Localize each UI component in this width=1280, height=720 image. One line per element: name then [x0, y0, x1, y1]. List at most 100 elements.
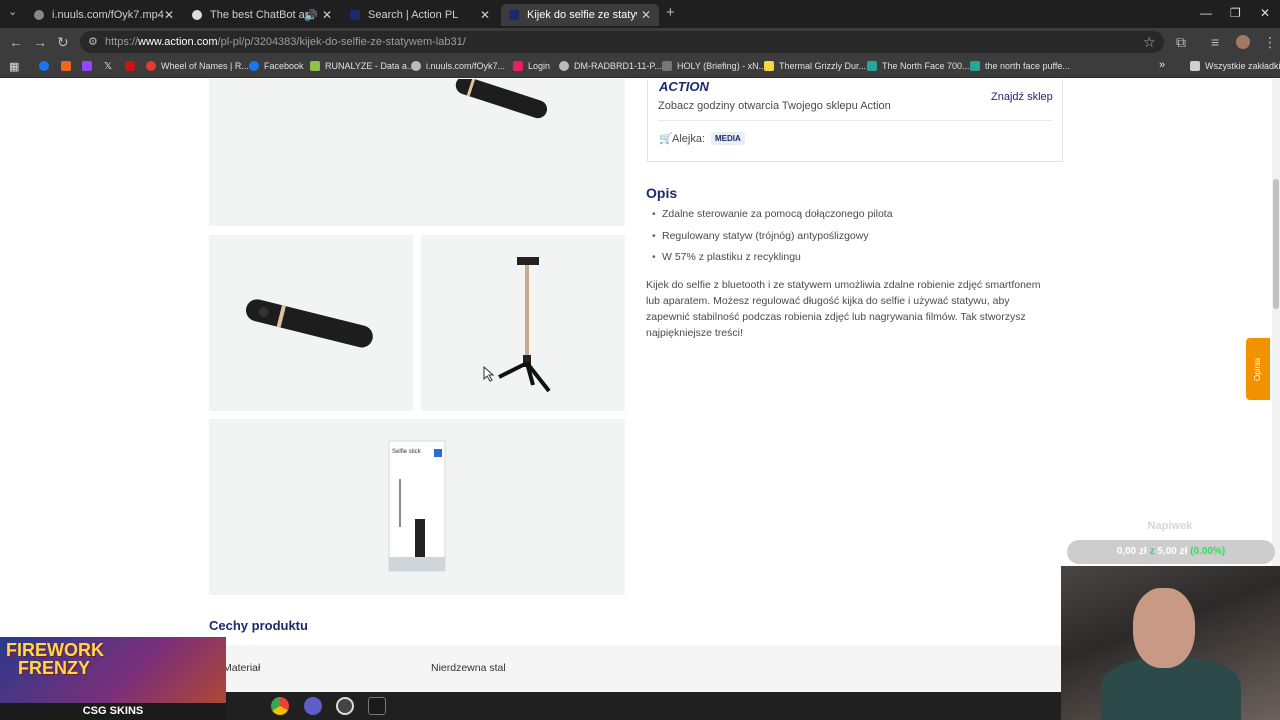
close-icon[interactable]: ✕	[322, 8, 332, 22]
package-image	[388, 440, 446, 572]
streamer-head	[1133, 588, 1195, 668]
extensions-icon[interactable]: ⧉	[1176, 34, 1186, 51]
browser-tab[interactable]: i.nuuls.com/fOyk7.mp4 ✕	[26, 4, 182, 26]
feedback-tab[interactable]: Opinia	[1246, 338, 1270, 400]
profile-avatar-icon[interactable]	[1236, 35, 1250, 49]
bookmark-item[interactable]: Wszystkie zakładki	[1190, 61, 1280, 71]
tab-search-icon[interactable]: ⌄	[8, 5, 17, 18]
chevron-right-icon[interactable]: »	[1159, 59, 1165, 71]
globe-icon	[34, 10, 44, 20]
browser-tab[interactable]: Search | Action PL ✕	[342, 4, 498, 26]
minimize-icon[interactable]: —	[1200, 6, 1212, 20]
app-icon[interactable]	[304, 697, 322, 715]
feature-value: Nierdzewna stal	[431, 662, 506, 674]
action-favicon-icon	[509, 10, 519, 20]
tab-title: The best ChatBot and Widg	[210, 9, 310, 21]
twitch-icon[interactable]	[82, 61, 97, 71]
product-image-thumb[interactable]	[209, 235, 413, 411]
description-bullet: W 57% z plastiku z recyklingu	[652, 251, 801, 263]
reload-icon[interactable]: ↻	[57, 34, 69, 51]
bookmark-item[interactable]: HOLY (Briefing) - xN...	[662, 61, 766, 71]
obs-icon[interactable]	[336, 697, 354, 715]
facebook-icon[interactable]	[39, 61, 54, 71]
bookmark-label: Wszystkie zakładki	[1205, 61, 1280, 71]
x-icon[interactable]: 𝕏	[104, 61, 112, 72]
media-controls-icon[interactable]: ≡	[1211, 34, 1219, 50]
close-icon[interactable]: ✕	[164, 8, 174, 22]
aisle-label: Alejka:	[672, 133, 706, 145]
bookmark-item[interactable]: Login	[513, 61, 550, 71]
new-tab-icon[interactable]: +	[666, 4, 675, 21]
bookmark-item[interactable]: RUNALYZE - Data a...	[310, 61, 414, 71]
webcam-feed	[1061, 566, 1280, 720]
close-window-icon[interactable]: ✕	[1260, 6, 1270, 20]
donation-separator: z	[1149, 546, 1155, 557]
bookmark-item[interactable]: DM-RADBRD1-11-P...	[559, 61, 662, 71]
bookmark-label: The North Face 700...	[882, 61, 970, 71]
apps-icon[interactable]: ▦	[9, 60, 19, 73]
product-image-package[interactable]: Selfie stick	[209, 419, 625, 595]
product-image-thumb[interactable]	[421, 235, 625, 411]
description-paragraph: Kijek do selfie z bluetooth i ze statywe…	[646, 279, 1041, 339]
scrollbar-thumb[interactable]	[1273, 179, 1279, 309]
bookmark-item[interactable]: Thermal Grizzly Dur...	[764, 61, 866, 71]
bookmark-star-icon[interactable]: ☆	[1143, 34, 1156, 51]
bookmark-item[interactable]: Wheel of Names | R...	[146, 61, 249, 71]
back-icon[interactable]: ←	[9, 34, 23, 50]
browser-tab[interactable]: The best ChatBot and Widg 🔊 ✕	[184, 4, 340, 26]
close-icon[interactable]: ✕	[641, 8, 651, 22]
bookmark-icon[interactable]	[125, 61, 140, 71]
bookmark-label: i.nuuls.com/fOyk7...	[426, 61, 506, 71]
selfie-stick-image	[455, 79, 548, 119]
bookmark-icon[interactable]	[61, 61, 76, 71]
bookmarks-bar: ▦ 𝕏 Wheel of Names | R... Facebook RUNAL…	[0, 56, 1280, 78]
menu-icon[interactable]: ⋮	[1263, 34, 1277, 51]
bookmark-label: RUNALYZE - Data a...	[325, 61, 415, 71]
forward-icon[interactable]: →	[33, 34, 47, 50]
package-label: Selfie stick	[392, 449, 421, 455]
csgoskins-logo: CSG SKINS	[0, 703, 226, 720]
features-heading: Cechy produktu	[209, 618, 308, 633]
terminal-icon[interactable]	[368, 697, 386, 715]
close-icon[interactable]: ✕	[480, 8, 490, 22]
product-image-main[interactable]	[209, 79, 625, 226]
bookmark-item[interactable]: Facebook	[249, 61, 304, 71]
mouse-cursor-icon	[483, 366, 495, 382]
bookmark-item[interactable]: The North Face 700...	[867, 61, 970, 71]
bookmark-label: HOLY (Briefing) - xN...	[677, 61, 767, 71]
cart-icon: 🛒	[659, 133, 673, 145]
store-hours-text: Zobacz godziny otwarcia Twojego sklepu A…	[658, 100, 891, 112]
donation-percent: (0.00%)	[1190, 546, 1226, 557]
bookmark-label: Wheel of Names | R...	[161, 61, 249, 71]
description-heading: Opis	[646, 185, 678, 201]
find-store-link[interactable]: Znajdź sklep	[991, 91, 1053, 103]
donation-label: Napiwek	[1147, 520, 1193, 532]
donation-amount: 0,00 zł	[1116, 546, 1147, 557]
url-host: www.action.com	[138, 36, 218, 48]
speaker-icon[interactable]: 🔊	[304, 9, 318, 22]
donation-goal: 5,00 zł	[1157, 546, 1188, 557]
url-prefix: https://	[105, 36, 139, 48]
action-favicon-icon	[350, 10, 360, 20]
bookmark-label: Facebook	[264, 61, 304, 71]
chrome-icon[interactable]	[271, 697, 289, 715]
action-logo: ACTION	[659, 79, 709, 94]
description-bullet: Zdalne sterowanie za pomocą dołączonego …	[652, 208, 893, 220]
browser-tab-active[interactable]: Kijek do selfie ze statywem Lab ✕	[501, 4, 659, 26]
tab-title: i.nuuls.com/fOyk7.mp4	[52, 9, 164, 21]
tab-title: Kijek do selfie ze statywem Lab	[527, 9, 637, 21]
feature-label: Materiał	[223, 662, 261, 674]
bookmark-label: Thermal Grizzly Dur...	[779, 61, 867, 71]
restore-icon[interactable]: ❐	[1230, 6, 1241, 20]
bookmark-label: DM-RADBRD1-11-P...	[574, 61, 662, 71]
bookmark-item[interactable]: the north face puffe...	[970, 61, 1070, 71]
url-field[interactable]: ⚙ https://www.action.com/pl-pl/p/3204383…	[80, 31, 1164, 53]
site-info-icon[interactable]: ⚙	[88, 31, 98, 53]
bookmark-item[interactable]: i.nuuls.com/fOyk7...	[411, 61, 505, 71]
browser-tab-bar: ⌄ i.nuuls.com/fOyk7.mp4 ✕ The best ChatB…	[0, 0, 1280, 28]
aisle-badge: MEDIA	[711, 132, 745, 145]
url-path: /pl-pl/p/3204383/kijek-do-selfie-ze-stat…	[217, 36, 466, 48]
tripod-image	[498, 257, 551, 393]
address-bar: ← → ↻ ⚙ https://www.action.com/pl-pl/p/3…	[0, 28, 1280, 56]
bookmark-label: Login	[528, 61, 551, 71]
